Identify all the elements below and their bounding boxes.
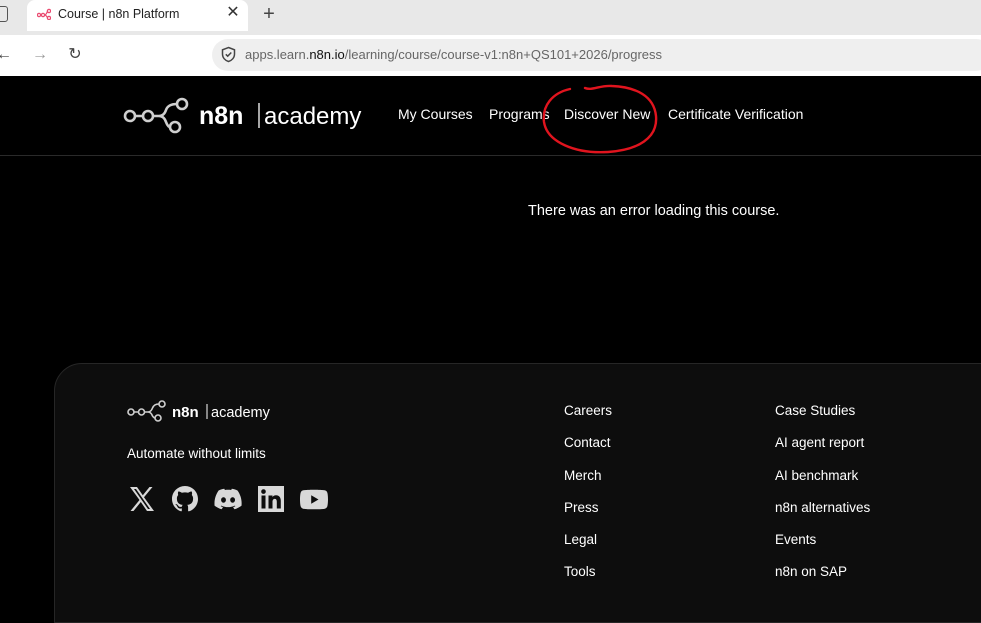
footer-link-n8n-on-sap[interactable]: n8n on SAP (775, 564, 870, 596)
browser-toolbar: ← → ↻ apps.learn.n8n.io/learning/course/… (0, 35, 981, 76)
footer-tagline: Automate without limits (127, 446, 266, 461)
site-footer: n8n academy Automate without limits Care… (54, 363, 981, 623)
error-message: There was an error loading this course. (528, 203, 780, 219)
forward-icon[interactable]: → (28, 43, 52, 67)
url-host: n8n.io (309, 47, 345, 62)
footer-link-legal[interactable]: Legal (564, 532, 612, 564)
red-circle-annotation (542, 84, 658, 154)
footer-logo-brand: n8n (172, 404, 199, 421)
footer-link-careers[interactable]: Careers (564, 403, 612, 435)
footer-link-n8n-alternatives[interactable]: n8n alternatives (775, 500, 870, 532)
footer-link-merch[interactable]: Merch (564, 468, 612, 500)
footer-logo-product: academy (211, 405, 271, 421)
footer-link-ai-benchmark[interactable]: AI benchmark (775, 468, 870, 500)
discord-icon[interactable] (213, 484, 243, 514)
close-tab-icon[interactable]: ✕ (223, 3, 243, 23)
url-prefix: apps.learn. (245, 47, 310, 62)
tab-group-icon[interactable] (0, 6, 8, 22)
footer-link-ai-agent-report[interactable]: AI agent report (775, 435, 870, 467)
footer-link-tools[interactable]: Tools (564, 564, 612, 596)
back-icon[interactable]: ← (0, 43, 16, 67)
n8n-academy-logo[interactable]: n8n academy (123, 96, 373, 134)
address-bar[interactable]: apps.learn.n8n.io/learning/course/course… (212, 39, 981, 71)
tab-title: Course | n8n Platform (58, 7, 180, 21)
footer-column-resources: Case Studies AI agent report AI benchmar… (775, 403, 870, 597)
footer-link-press[interactable]: Press (564, 500, 612, 532)
reload-icon[interactable]: ↻ (63, 43, 87, 67)
url-path: /learning/course/course-v1:n8n+QS101+202… (344, 47, 663, 62)
browser-tab[interactable]: Course | n8n Platform ✕ (27, 0, 248, 31)
logo-product: academy (264, 103, 361, 130)
site-header: n8n academy My Courses Programs Discover… (0, 76, 981, 156)
nav-my-courses[interactable]: My Courses (398, 106, 473, 122)
url-text[interactable]: apps.learn.n8n.io/learning/course/course… (245, 47, 662, 62)
footer-n8n-academy-logo[interactable]: n8n academy (127, 400, 277, 422)
tab-strip: Course | n8n Platform ✕ + (0, 0, 981, 35)
linkedin-icon[interactable] (256, 484, 286, 514)
browser-chrome: Course | n8n Platform ✕ + ← → ↻ apps.lea… (0, 0, 981, 76)
footer-column-company: Careers Contact Merch Press Legal Tools (564, 403, 612, 597)
logo-brand: n8n (199, 102, 243, 130)
footer-link-case-studies[interactable]: Case Studies (775, 403, 870, 435)
nav-certificate-verification[interactable]: Certificate Verification (668, 106, 803, 122)
site-info-shield-icon[interactable] (220, 46, 237, 63)
github-icon[interactable] (170, 484, 200, 514)
footer-link-contact[interactable]: Contact (564, 435, 612, 467)
n8n-favicon-icon (37, 8, 51, 20)
new-tab-icon[interactable]: + (258, 2, 280, 26)
footer-link-events[interactable]: Events (775, 532, 870, 564)
x-icon[interactable] (127, 484, 157, 514)
youtube-icon[interactable] (299, 484, 329, 514)
